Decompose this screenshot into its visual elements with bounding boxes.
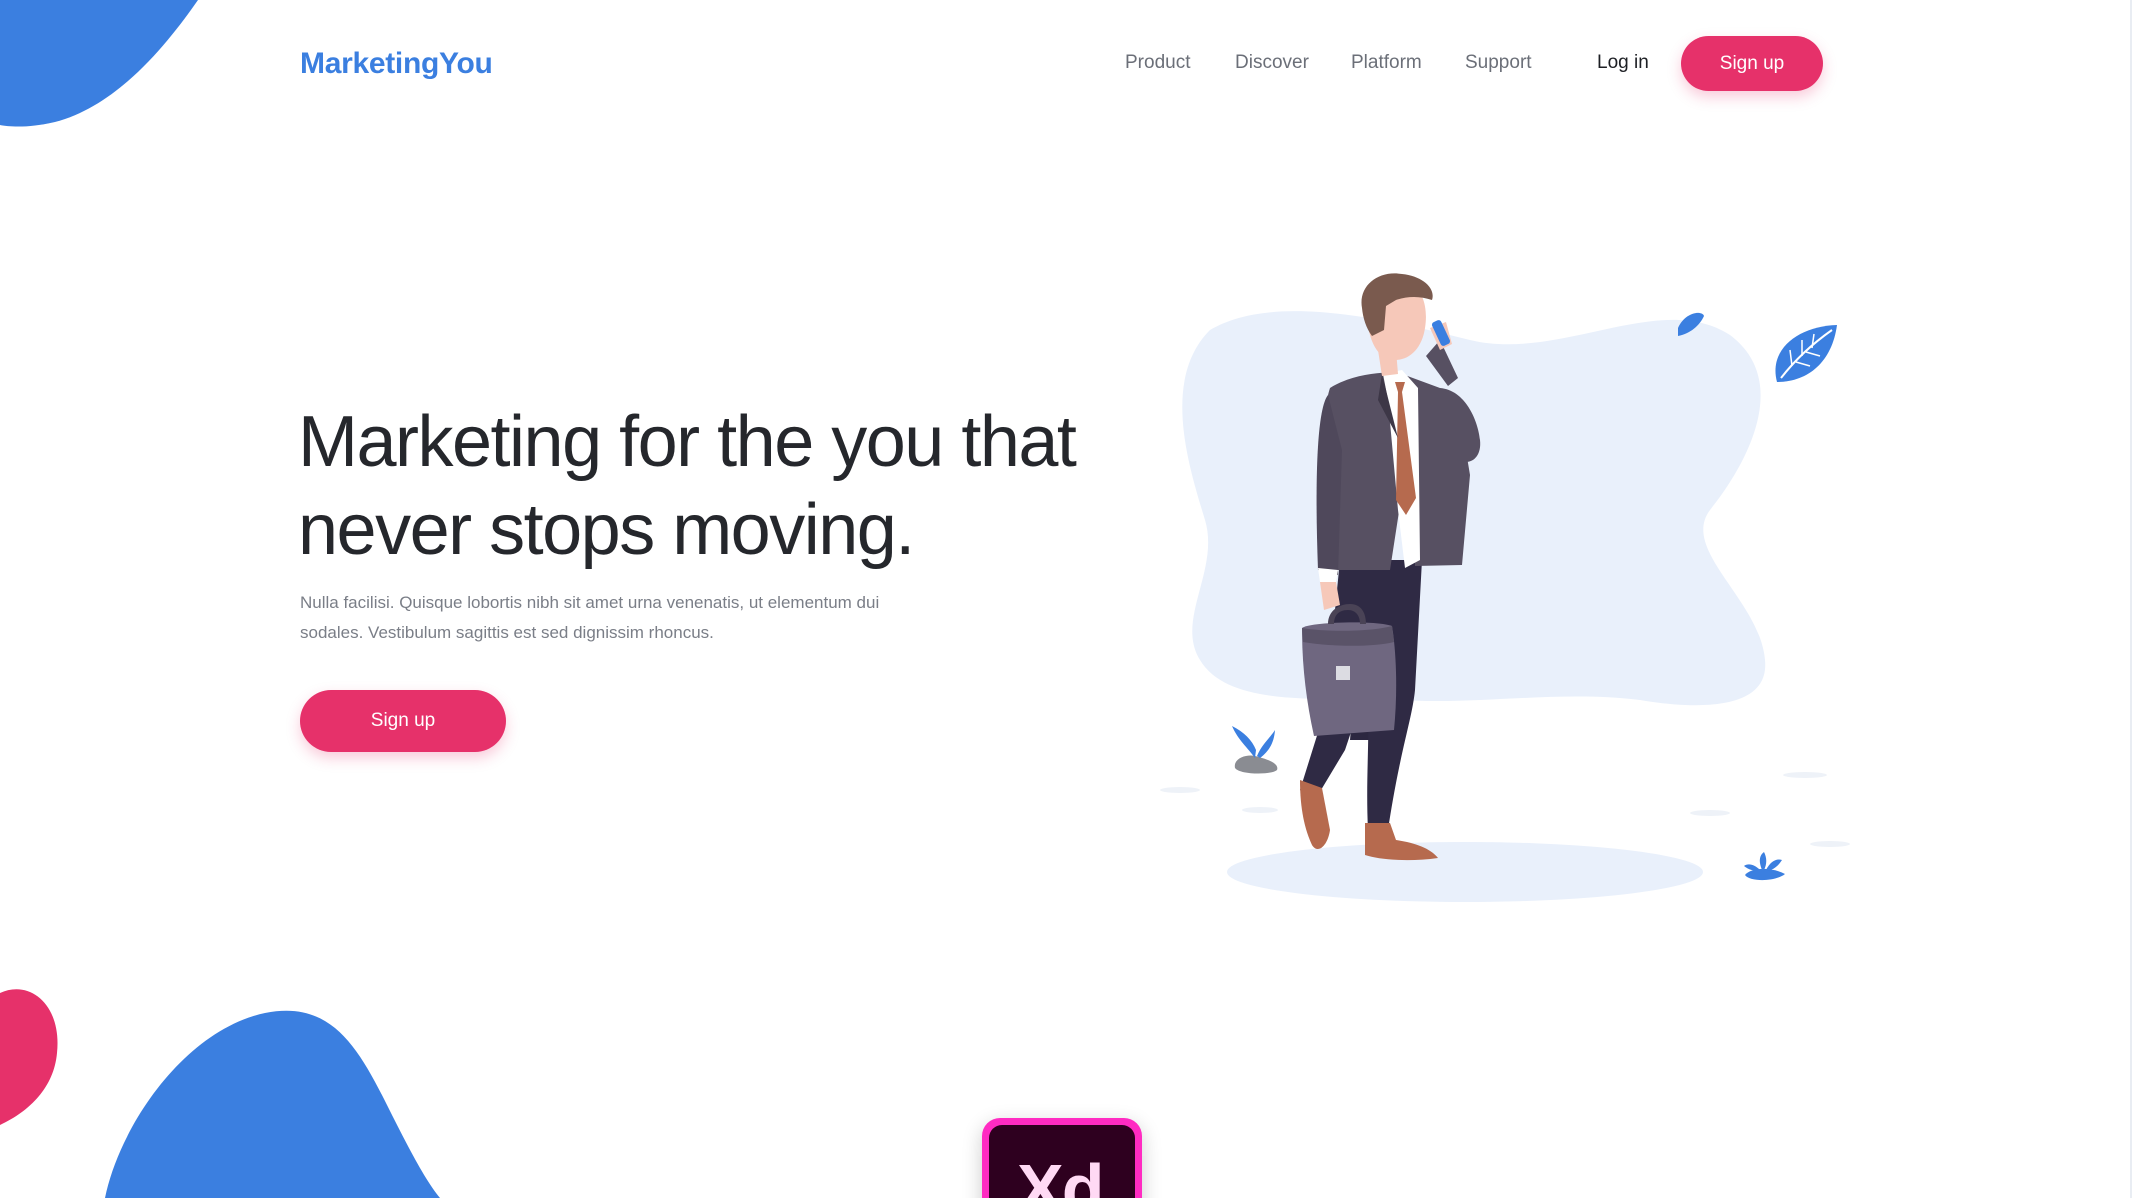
businessman-illustration [1160, 273, 1850, 902]
hero-description-line: sodales. Vestibulum sagittis est sed dig… [300, 623, 714, 642]
floor-dash [1690, 810, 1730, 816]
hero-title: Marketing for the you that never stops m… [298, 398, 1098, 574]
floor-dash [1160, 787, 1200, 793]
nav-item-platform[interactable]: Platform [1351, 50, 1422, 76]
plant-icon [1744, 852, 1785, 881]
hero-description-line: Nulla facilisi. Quisque lobortis nibh si… [300, 593, 880, 612]
hero-description: Nulla facilisi. Quisque lobortis nibh si… [300, 588, 920, 648]
plant-icon [1232, 726, 1278, 774]
illustration-background-blob [1182, 311, 1766, 706]
floor-dash [1783, 772, 1827, 778]
bottom-left-pink-blob [0, 989, 58, 1125]
adobe-xd-logo-icon: Xd [982, 1118, 1142, 1198]
nav-signup-button[interactable]: Sign up [1681, 36, 1823, 91]
nav-item-discover[interactable]: Discover [1235, 50, 1309, 76]
hero-title-line: Marketing for the you that [298, 402, 1077, 482]
nav-item-support[interactable]: Support [1465, 50, 1532, 76]
ground-shadow [1227, 842, 1703, 902]
floor-dash [1810, 841, 1850, 847]
floor-dash [1242, 807, 1278, 813]
adobe-xd-logo-text: Xd [1017, 1150, 1104, 1198]
hero-signup-button[interactable]: Sign up [300, 690, 506, 752]
login-link[interactable]: Log in [1597, 50, 1649, 76]
adobe-xd-logo-inner: Xd [989, 1125, 1135, 1198]
bottom-left-blue-blob [105, 1010, 440, 1198]
hero-title-line: never stops moving. [298, 490, 915, 570]
brand-logo[interactable]: MarketingYou [300, 44, 493, 84]
top-left-blue-blob [0, 0, 198, 127]
leaf-icon [1775, 325, 1837, 382]
landing-page: MarketingYou Product Discover Platform S… [0, 0, 2132, 1198]
nav-item-product[interactable]: Product [1125, 50, 1190, 76]
